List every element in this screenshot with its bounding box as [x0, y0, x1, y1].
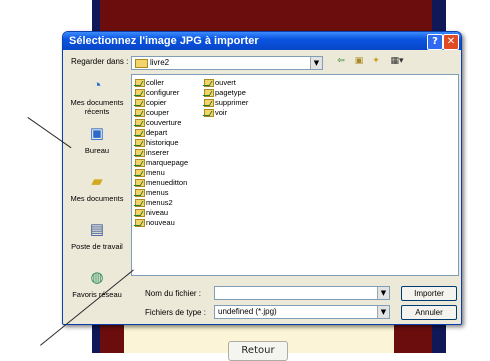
place-my-computer[interactable]: ▤ Poste de travail: [65, 220, 129, 251]
dialog-titlebar: Sélectionnez l'image JPG à importer ? ✕: [63, 32, 461, 50]
jpg-file-icon: [135, 129, 145, 138]
import-button[interactable]: Importer: [401, 286, 457, 301]
jpg-file-icon: [135, 189, 145, 198]
list-item[interactable]: ouvert: [204, 78, 236, 88]
up-folder-icon[interactable]: ▣: [353, 55, 365, 67]
place-label: Bureau: [84, 146, 110, 155]
list-item[interactable]: niveau: [135, 208, 168, 218]
list-item[interactable]: nouveau: [135, 218, 175, 228]
list-item[interactable]: pagetype: [204, 88, 246, 98]
list-item[interactable]: menu: [135, 168, 165, 178]
list-item[interactable]: coller: [135, 78, 164, 88]
filetype-select[interactable]: undefined (*.jpg) ▼: [214, 305, 390, 319]
list-item[interactable]: menus2: [135, 198, 173, 208]
filetype-value: undefined (*.jpg): [218, 307, 277, 316]
list-item[interactable]: supprimer: [204, 98, 248, 108]
import-image-dialog: Sélectionnez l'image JPG à importer ? ✕ …: [62, 31, 462, 325]
jpg-file-icon: [135, 219, 145, 228]
filename-input[interactable]: ▼: [214, 286, 390, 300]
jpg-file-icon: [135, 89, 145, 98]
jpg-file-icon: [204, 89, 214, 98]
jpg-file-icon: [135, 149, 145, 158]
place-recent-documents[interactable]: ◔ Mes documents récents: [65, 76, 129, 116]
jpg-file-icon: [204, 99, 214, 108]
dialog-title: Sélectionnez l'image JPG à importer: [69, 35, 259, 47]
close-button[interactable]: ✕: [443, 34, 459, 50]
file-list[interactable]: coller configurer copier couper couvertu…: [131, 74, 459, 276]
jpg-file-icon: [135, 109, 145, 118]
jpg-file-icon: [135, 99, 145, 108]
retour-button[interactable]: Retour: [228, 341, 288, 361]
jpg-file-icon: [135, 169, 145, 178]
my-documents-icon: ▰: [91, 173, 103, 190]
look-in-value: livre2: [150, 58, 170, 67]
jpg-file-icon: [135, 159, 145, 168]
view-menu-icon[interactable]: ▦▾: [387, 55, 407, 67]
list-item[interactable]: menueditton: [135, 178, 187, 188]
recent-documents-icon: ◔: [92, 77, 102, 94]
chevron-down-icon[interactable]: ▼: [310, 57, 322, 69]
place-label: Poste de travail: [71, 242, 123, 251]
cancel-button[interactable]: Annuler: [401, 305, 457, 320]
folder-icon: [135, 59, 148, 68]
list-item[interactable]: historique: [135, 138, 179, 148]
jpg-file-icon: [135, 79, 145, 88]
list-item[interactable]: inserer: [135, 148, 169, 158]
list-item[interactable]: depart: [135, 128, 167, 138]
jpg-file-icon: [135, 179, 145, 188]
chevron-down-icon[interactable]: ▼: [377, 306, 389, 318]
chevron-down-icon[interactable]: ▼: [377, 287, 389, 299]
network-icon: ◍: [90, 269, 104, 286]
place-my-documents[interactable]: ▰ Mes documents: [65, 172, 129, 203]
place-network[interactable]: ◍ Favoris réseau: [65, 268, 129, 299]
list-item[interactable]: marquepage: [135, 158, 188, 168]
back-icon[interactable]: ⇦: [335, 55, 347, 67]
look-in-label: Regarder dans :: [71, 57, 129, 66]
help-button[interactable]: ?: [427, 34, 443, 50]
list-item[interactable]: couper: [135, 108, 169, 118]
places-bar: ◔ Mes documents récents ▣ Bureau ▰ Mes d…: [65, 74, 129, 322]
filename-label: Nom du fichier :: [145, 289, 202, 298]
look-in-select[interactable]: livre2 ▼: [131, 56, 323, 70]
place-desktop[interactable]: ▣ Bureau: [65, 124, 129, 155]
jpg-file-icon: [135, 139, 145, 148]
list-item[interactable]: configurer: [135, 88, 179, 98]
computer-icon: ▤: [89, 221, 105, 238]
list-item[interactable]: menus: [135, 188, 169, 198]
new-folder-icon[interactable]: ✦: [370, 55, 382, 67]
place-label: Mes documents récents: [70, 98, 124, 116]
filetype-label: Fichiers de type :: [145, 308, 206, 317]
jpg-file-icon: [135, 119, 145, 128]
list-item[interactable]: voir: [204, 108, 227, 118]
jpg-file-icon: [135, 199, 145, 208]
list-item[interactable]: couverture: [135, 118, 181, 128]
jpg-file-icon: [204, 79, 214, 88]
desktop-icon: ▣: [89, 125, 105, 142]
jpg-file-icon: [204, 109, 214, 118]
place-label: Mes documents: [70, 194, 124, 203]
list-item[interactable]: copier: [135, 98, 166, 108]
jpg-file-icon: [135, 209, 145, 218]
